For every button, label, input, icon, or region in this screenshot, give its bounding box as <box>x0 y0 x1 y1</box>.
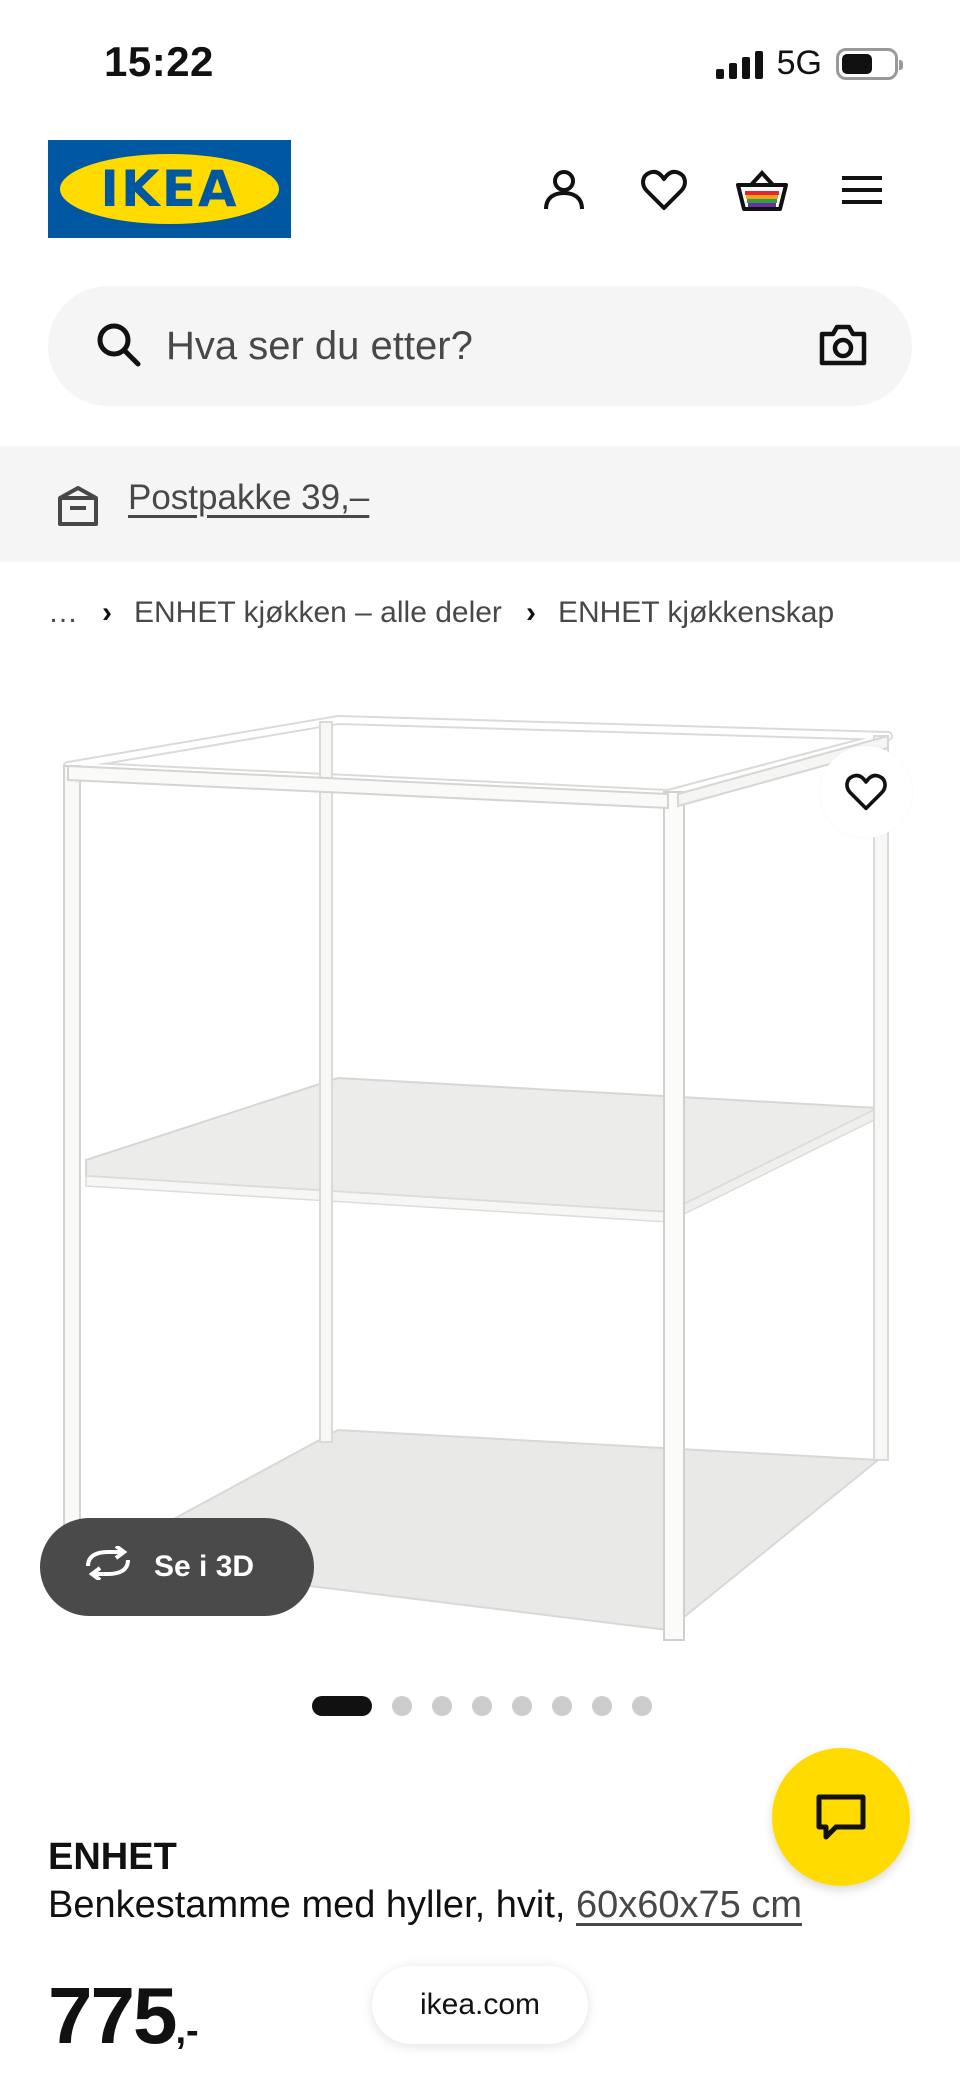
chat-icon <box>816 1794 866 1840</box>
chevron-right-icon: › <box>102 596 112 629</box>
shipping-link[interactable]: Postpakke 39,– <box>128 478 369 518</box>
rotate-3d-icon <box>82 1544 134 1588</box>
status-time: 15:22 <box>104 38 214 85</box>
search-bar <box>48 286 912 406</box>
shipping-banner: Postpakke 39,– <box>0 446 960 562</box>
breadcrumb-item-enhet-cabinets[interactable]: ENHET kjøkkenskap <box>558 596 834 630</box>
pagination-dot[interactable] <box>592 1696 612 1716</box>
product-type: Benkestamme med hyller, hvit, <box>48 1884 566 1926</box>
battery-icon <box>836 47 903 80</box>
product-gallery: Se i 3D <box>40 700 912 1660</box>
add-to-favourites-button[interactable] <box>820 746 912 838</box>
heart-icon <box>845 773 887 811</box>
chat-button[interactable] <box>772 1748 910 1886</box>
pagination-dot[interactable] <box>632 1696 652 1716</box>
pagination-dot[interactable] <box>472 1696 492 1716</box>
status-indicators: 5G <box>715 44 903 83</box>
logo-text: IKEA <box>100 160 239 218</box>
menu-icon[interactable] <box>834 162 890 218</box>
image-pagination <box>312 1696 652 1716</box>
camera-icon[interactable] <box>818 322 868 373</box>
product-price: 775 ,- <box>48 1970 199 2062</box>
search-icon[interactable] <box>94 320 144 375</box>
product-image[interactable] <box>48 700 912 1660</box>
breadcrumb-ellipsis[interactable]: … <box>48 596 78 630</box>
product-name: ENHET <box>48 1836 177 1878</box>
signal-icon <box>715 49 763 79</box>
header: IKEA ® <box>0 138 960 240</box>
view-3d-button[interactable]: Se i 3D <box>40 1518 314 1616</box>
heart-icon[interactable] <box>636 162 692 218</box>
pagination-dot-active[interactable] <box>312 1696 372 1716</box>
search-input[interactable] <box>166 314 806 378</box>
breadcrumb: … › ENHET kjøkken – alle deler › ENHET k… <box>48 596 834 630</box>
price-suffix: ,- <box>175 2010 199 2052</box>
product-dimensions-link[interactable]: 60x60x75 cm <box>576 1884 802 1926</box>
profile-icon[interactable] <box>536 162 592 218</box>
ikea-logo[interactable]: IKEA ® <box>48 140 291 238</box>
pagination-dot[interactable] <box>432 1696 452 1716</box>
price-integer: 775 <box>48 1971 177 2060</box>
status-bar: 15:22 5G <box>0 0 960 120</box>
view-3d-label: Se i 3D <box>154 1550 255 1583</box>
product-description: Benkestamme med hyller, hvit, 60x60x75 c… <box>48 1884 802 1927</box>
parcel-icon <box>56 482 100 533</box>
chevron-right-icon: › <box>525 596 536 629</box>
breadcrumb-item-enhet-kitchen[interactable]: ENHET kjøkken – alle deler <box>134 596 502 630</box>
browser-url-pill[interactable]: ikea.com <box>372 1966 588 2044</box>
network-label: 5G <box>776 44 822 82</box>
basket-icon[interactable] <box>734 162 790 218</box>
pagination-dot[interactable] <box>392 1696 412 1716</box>
pagination-dot[interactable] <box>552 1696 572 1716</box>
pagination-dot[interactable] <box>512 1696 532 1716</box>
